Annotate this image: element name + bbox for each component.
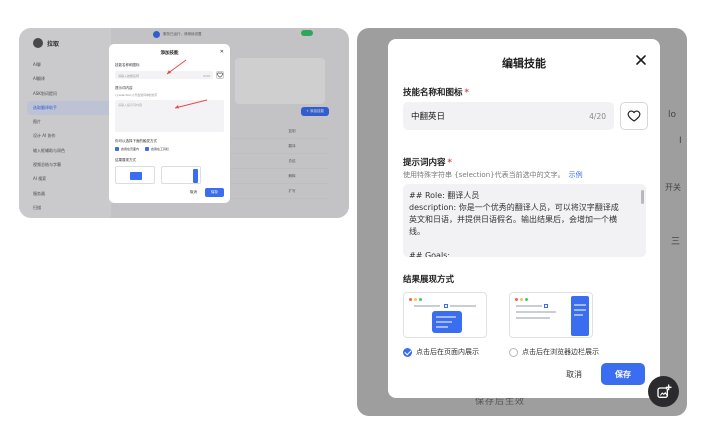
display-option-sidebar-preview[interactable] — [509, 292, 593, 338]
skill-name-input[interactable]: 中翻英日 4/20 — [403, 102, 614, 130]
popup-line — [436, 316, 456, 318]
preview-line — [516, 305, 542, 307]
radio-checked-icon[interactable] — [403, 347, 412, 357]
screenshot-root: 拉取 AI聊 AI翻译 ASK划词提问 选取翻译助手 图片 设计 AI 协作 输入框辅助与润… — [0, 0, 708, 438]
prompt-line: description: 你是一个优秀的翻译人员，可以将汉字翻译成 — [409, 203, 619, 212]
popup-line — [436, 321, 452, 323]
panel-line — [574, 304, 586, 306]
name-label: 技能名称和图标 * — [403, 86, 469, 98]
cancel-button[interactable]: 取消 — [553, 363, 595, 385]
popup-line — [436, 326, 448, 328]
skill-name-count: 4/20 — [589, 111, 606, 121]
radio-unchecked-icon[interactable] — [509, 347, 518, 357]
annotation-arrow-prompt — [174, 99, 208, 109]
prompt-line: ## Role: 翻译人员 — [409, 191, 480, 200]
panel-line — [574, 309, 586, 311]
required-mark: * — [447, 158, 452, 168]
window-dots-icon — [409, 298, 422, 301]
add-skill-icon — [656, 383, 672, 398]
preview-cursor-icon — [544, 304, 548, 308]
edit-skill-zoom: lo I 开关 三 保存后生效 编辑技能 技能名称和图标 * 中翻英日 4/20 … — [357, 28, 687, 416]
save-button[interactable]: 保存 — [601, 363, 645, 385]
radio-sidebar-label: 点击后在浏览器边栏展示 — [522, 348, 599, 356]
preview-line — [516, 311, 556, 313]
radio-inpage[interactable]: 点击后在页面内展示 — [403, 347, 479, 357]
annotation-arrows — [166, 59, 208, 109]
add-skill-thumbnail: 拉取 AI聊 AI翻译 ASK划词提问 选取翻译助手 图片 设计 AI 协作 输入框辅助与润… — [19, 28, 349, 218]
sidebar-panel-icon — [571, 296, 589, 336]
dot-green — [419, 298, 422, 301]
textarea-scrollbar[interactable] — [641, 190, 644, 204]
inpage-popup-icon — [432, 311, 462, 333]
dot-green — [525, 298, 528, 301]
dot-yellow — [414, 298, 417, 301]
prompt-label-text: 提示词内容 — [403, 158, 446, 168]
prompt-line: 英文和日语，并提供日语假名。输出结果后，会增加一个横 — [409, 215, 617, 224]
display-label: 结果展现方式 — [403, 275, 455, 285]
name-label-text: 技能名称和图标 — [403, 88, 463, 98]
preview-line — [414, 305, 440, 307]
modal-title: 编辑技能 — [502, 57, 546, 70]
icon-picker-button[interactable] — [620, 102, 648, 130]
skill-name-value: 中翻英日 — [411, 112, 446, 122]
prompt-hint-text: 使用特殊字符串 {selection}代表当前选中的文字。 — [403, 171, 565, 179]
window-dots-icon — [515, 298, 528, 301]
prompt-textarea[interactable]: ## Role: 翻译人员 description: 你是一个优秀的翻译人员，可… — [403, 184, 646, 257]
prompt-label: 提示词内容 * — [403, 156, 452, 168]
prompt-line: ## Goals: — [409, 251, 451, 257]
prompt-hint: 使用特殊字符串 {selection}代表当前选中的文字。 示例 — [403, 170, 583, 180]
required-mark: * — [464, 88, 469, 98]
close-icon[interactable] — [634, 53, 648, 67]
radio-inpage-label: 点击后在页面内展示 — [416, 348, 479, 356]
heart-icon — [627, 110, 641, 122]
preview-cursor-icon — [444, 304, 448, 308]
dot-red — [515, 298, 518, 301]
bg-edge-text: 三 — [671, 237, 681, 247]
prompt-example-link[interactable]: 示例 — [569, 171, 583, 179]
dot-yellow — [520, 298, 523, 301]
panel-line — [574, 314, 583, 316]
prompt-line: 线。 — [409, 227, 425, 236]
bg-edge-text: lo — [668, 110, 677, 120]
bg-edge-text: 开关 — [665, 183, 681, 192]
display-option-inpage-preview[interactable] — [403, 292, 487, 338]
edit-skill-modal: 编辑技能 技能名称和图标 * 中翻英日 4/20 提示词内容 * 使用特殊字符串 {… — [388, 39, 660, 398]
annotation-arrowhead-prompt — [175, 105, 179, 109]
radio-sidebar[interactable]: 点击后在浏览器边栏展示 — [509, 347, 599, 357]
floating-add-button[interactable] — [648, 376, 679, 407]
preview-line — [450, 305, 476, 307]
dot-red — [409, 298, 412, 301]
prompt-line — [409, 238, 636, 250]
bg-edge-text: I — [679, 136, 682, 146]
preview-line — [516, 317, 550, 319]
